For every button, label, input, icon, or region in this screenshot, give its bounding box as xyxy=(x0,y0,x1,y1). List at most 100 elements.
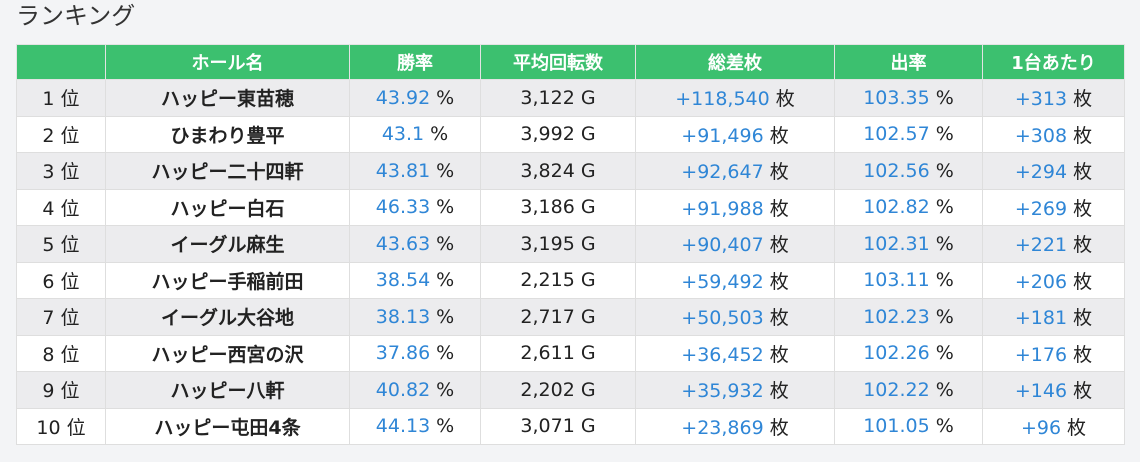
average-spins-cell: 2,202 G xyxy=(480,371,636,409)
total-medals-cell: +50,503 枚 xyxy=(635,298,835,336)
hall-name-link[interactable]: ハッピー東苗穂 xyxy=(161,88,294,110)
win-rate-unit: % xyxy=(436,159,455,182)
medals-unit: 枚 xyxy=(775,88,795,111)
payout-rate-cell: 102.57% xyxy=(834,115,983,153)
hall-name-link[interactable]: イーグル大谷地 xyxy=(161,307,294,329)
rank-cell: 4 位 xyxy=(16,188,106,226)
win-rate-cell: 43.81% xyxy=(349,152,481,190)
hall-name-link[interactable]: ハッピー西宮の沢 xyxy=(151,344,303,366)
average-spins-value: 2,717 xyxy=(520,305,575,328)
win-rate-cell: 40.82% xyxy=(349,371,481,409)
payout-unit: % xyxy=(935,123,954,146)
payout-rate-value: 102.22 xyxy=(863,378,930,401)
per-machine-cell: +206 枚 xyxy=(982,261,1125,299)
rank-label: 5 位 xyxy=(42,234,80,257)
total-medals-value: +35,932 xyxy=(681,380,764,403)
hall-name-cell: イーグル麻生 xyxy=(105,225,350,263)
payout-rate-cell: 103.11% xyxy=(834,261,983,299)
hall-name-cell: ハッピー手稲前田 xyxy=(105,261,350,299)
hall-name-link[interactable]: ハッピー二十四軒 xyxy=(151,161,303,183)
medals-unit: 枚 xyxy=(769,234,789,257)
per-machine-unit: 枚 xyxy=(1073,197,1093,220)
average-spins-cell: 3,824 G xyxy=(480,152,636,190)
rank-label: 6 位 xyxy=(42,270,80,293)
hall-name-cell: ハッピー西宮の沢 xyxy=(105,334,350,372)
spins-unit: G xyxy=(580,86,596,109)
medals-unit: 枚 xyxy=(769,343,789,366)
win-rate-value: 40.82 xyxy=(375,378,431,401)
spins-unit: G xyxy=(580,378,596,401)
payout-unit: % xyxy=(935,232,954,255)
page-title: ランキング xyxy=(16,2,136,30)
table-row: 7 位 イーグル大谷地 38.13% 2,717 G +50,503 枚 102.2… xyxy=(16,298,1125,336)
total-medals-value: +36,452 xyxy=(681,343,764,366)
per-machine-unit: 枚 xyxy=(1073,307,1093,330)
total-medals-cell: +91,496 枚 xyxy=(635,115,835,153)
payout-rate-value: 102.56 xyxy=(863,159,930,182)
total-medals-value: +23,869 xyxy=(681,416,764,439)
per-machine-cell: +181 枚 xyxy=(982,298,1125,336)
total-medals-value: +50,503 xyxy=(681,307,764,330)
rank-label: 4 位 xyxy=(42,197,80,220)
payout-unit: % xyxy=(935,159,954,182)
payout-unit: % xyxy=(935,305,954,328)
win-rate-unit: % xyxy=(436,86,455,109)
average-spins-cell: 3,186 G xyxy=(480,188,636,226)
hall-name-cell: ひまわり豊平 xyxy=(105,115,350,153)
per-machine-unit: 枚 xyxy=(1073,380,1093,403)
hall-name-link[interactable]: ハッピー八軒 xyxy=(170,380,284,402)
win-rate-unit: % xyxy=(436,342,455,365)
average-spins-value: 3,071 xyxy=(520,415,575,438)
total-medals-cell: +92,647 枚 xyxy=(635,152,835,190)
header-total-medal-difference: 総差枚 xyxy=(635,44,835,80)
hall-name-link[interactable]: ひまわり豊平 xyxy=(170,125,284,147)
total-medals-value: +91,496 xyxy=(681,124,764,147)
per-machine-cell: +313 枚 xyxy=(982,79,1125,117)
table-row: 5 位 イーグル麻生 43.63% 3,195 G +90,407 枚 102.31… xyxy=(16,225,1125,263)
win-rate-cell: 38.13% xyxy=(349,298,481,336)
per-machine-unit: 枚 xyxy=(1073,270,1093,293)
per-machine-unit: 枚 xyxy=(1073,234,1093,257)
payout-rate-cell: 102.26% xyxy=(834,334,983,372)
hall-name-link[interactable]: ハッピー白石 xyxy=(170,198,284,220)
average-spins-value: 3,195 xyxy=(520,232,575,255)
table-row: 2 位 ひまわり豊平 43.1% 3,992 G +91,496 枚 102.57%… xyxy=(16,115,1125,153)
win-rate-value: 38.54 xyxy=(375,269,431,292)
hall-name-cell: ハッピー白石 xyxy=(105,188,350,226)
per-machine-cell: +146 枚 xyxy=(982,371,1125,409)
per-machine-unit: 枚 xyxy=(1073,124,1093,147)
win-rate-unit: % xyxy=(436,305,455,328)
win-rate-value: 44.13 xyxy=(375,415,431,438)
per-machine-cell: +176 枚 xyxy=(982,334,1125,372)
table-row: 3 位 ハッピー二十四軒 43.81% 3,824 G +92,647 枚 102.… xyxy=(16,152,1125,190)
win-rate-cell: 38.54% xyxy=(349,261,481,299)
payout-rate-cell: 102.82% xyxy=(834,188,983,226)
total-medals-value: +90,407 xyxy=(681,234,764,257)
payout-rate-value: 101.05 xyxy=(863,415,930,438)
per-machine-value: +269 xyxy=(1014,197,1068,220)
table-row: 4 位 ハッピー白石 46.33% 3,186 G +91,988 枚 102.82… xyxy=(16,188,1125,226)
rank-cell: 7 位 xyxy=(16,298,106,336)
win-rate-cell: 44.13% xyxy=(349,407,481,445)
spins-unit: G xyxy=(580,232,596,255)
average-spins-value: 3,122 xyxy=(520,86,575,109)
hall-name-link[interactable]: ハッピー屯田4条 xyxy=(154,417,300,439)
header-average-spins: 平均回転数 xyxy=(480,44,636,80)
payout-rate-cell: 102.56% xyxy=(834,152,983,190)
total-medals-cell: +118,540 枚 xyxy=(635,79,835,117)
rank-label: 1 位 xyxy=(42,88,80,111)
win-rate-value: 43.81 xyxy=(375,159,431,182)
hall-name-link[interactable]: イーグル麻生 xyxy=(170,234,284,256)
hall-name-link[interactable]: ハッピー手稲前田 xyxy=(151,271,303,293)
average-spins-cell: 2,717 G xyxy=(480,298,636,336)
win-rate-unit: % xyxy=(436,269,455,292)
win-rate-unit: % xyxy=(430,123,449,146)
average-spins-value: 2,611 xyxy=(520,342,575,365)
total-medals-value: +91,988 xyxy=(681,197,764,220)
win-rate-unit: % xyxy=(436,196,455,219)
hall-name-cell: ハッピー東苗穂 xyxy=(105,79,350,117)
rank-label: 2 位 xyxy=(42,124,80,147)
hall-name-cell: ハッピー二十四軒 xyxy=(105,152,350,190)
average-spins-value: 3,824 xyxy=(520,159,575,182)
payout-unit: % xyxy=(935,415,954,438)
